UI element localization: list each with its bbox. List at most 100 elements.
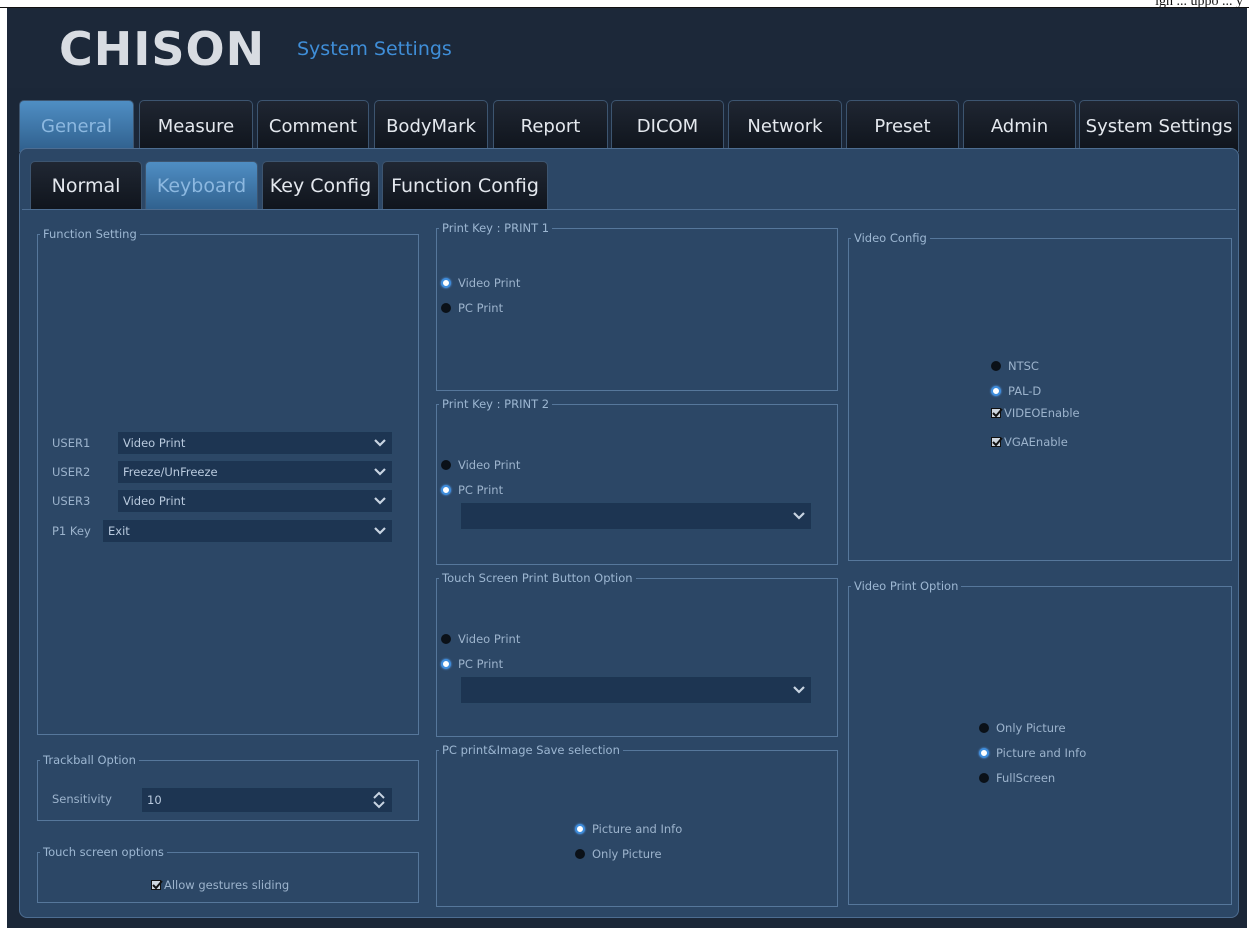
touch-video-print-radio[interactable]: Video Print xyxy=(441,631,520,647)
vga-enable-checkbox[interactable]: VGAEnable xyxy=(991,434,1068,450)
user2-select[interactable]: Freeze/UnFreeze xyxy=(117,460,393,484)
chevron-down-icon xyxy=(793,686,805,694)
user1-select[interactable]: Video Print xyxy=(117,431,393,455)
radio-icon xyxy=(575,849,585,859)
radio-selected-icon xyxy=(575,824,585,834)
video-enable-checkbox[interactable]: VIDEOEnable xyxy=(991,405,1080,421)
trackball-option-group: Trackball Option Sensitivity 10 xyxy=(37,753,419,821)
only-picture-radio[interactable]: Only Picture xyxy=(979,720,1066,736)
print-key-2-group: Print Key : PRINT 2 Video Print PC Print xyxy=(436,397,838,565)
video-print-legend: Video Print Option xyxy=(854,579,959,593)
chison-logo: CHISON xyxy=(59,22,266,76)
tab-preset[interactable]: Preset xyxy=(846,100,959,152)
pc-save-picture-info-radio[interactable]: Picture and Info xyxy=(575,821,682,837)
chevron-down-icon xyxy=(793,512,805,520)
sensitivity-value: 10 xyxy=(147,793,162,807)
tab-dicom[interactable]: DICOM xyxy=(611,100,724,152)
radio-selected-icon xyxy=(441,278,451,288)
subtab-keyboard[interactable]: Keyboard xyxy=(145,161,258,209)
tab-network[interactable]: Network xyxy=(728,100,842,152)
touch-print-legend: Touch Screen Print Button Option xyxy=(442,571,633,585)
checkbox-label: VGAEnable xyxy=(1004,435,1068,449)
video-config-legend: Video Config xyxy=(854,231,927,245)
chevron-down-icon xyxy=(374,497,386,505)
page-title: System Settings xyxy=(297,38,452,60)
radio-label: Only Picture xyxy=(996,721,1066,735)
touch-screen-options-group: Touch screen options Allow gestures slid… xyxy=(37,845,419,903)
picture-and-info-radio[interactable]: Picture and Info xyxy=(979,745,1086,761)
function-setting-group: Function Setting USER1 Video Print USER2… xyxy=(37,227,419,735)
tab-report[interactable]: Report xyxy=(493,100,608,152)
print2-video-print-radio[interactable]: Video Print xyxy=(441,457,520,473)
subtab-normal[interactable]: Normal xyxy=(30,161,142,209)
touch-pc-print-radio[interactable]: PC Print xyxy=(441,656,503,672)
ntsc-radio[interactable]: NTSC xyxy=(991,358,1039,374)
radio-label: NTSC xyxy=(1008,359,1039,373)
sensitivity-label: Sensitivity xyxy=(52,792,112,806)
subtab-function-config[interactable]: Function Config xyxy=(382,161,548,209)
touch-print-button-group: Touch Screen Print Button Option Video P… xyxy=(436,571,838,737)
radio-label: Video Print xyxy=(458,632,521,646)
radio-label: PAL-D xyxy=(1008,384,1042,398)
touch-printer-select[interactable] xyxy=(460,676,812,704)
radio-selected-icon xyxy=(441,659,451,669)
print1-legend: Print Key : PRINT 1 xyxy=(442,221,550,235)
radio-icon xyxy=(441,303,451,313)
print2-pc-print-radio[interactable]: PC Print xyxy=(441,482,503,498)
video-print-option-group: Video Print Option Only Picture Picture … xyxy=(848,579,1232,905)
radio-label: PC Print xyxy=(458,483,504,497)
tab-measure[interactable]: Measure xyxy=(139,100,253,152)
allow-gestures-label: Allow gestures sliding xyxy=(164,878,290,892)
print1-pc-print-radio[interactable]: PC Print xyxy=(441,300,503,316)
radio-selected-icon xyxy=(441,485,451,495)
pc-save-legend: PC print&Image Save selection xyxy=(442,743,620,757)
user3-label: USER3 xyxy=(52,494,91,508)
tab-general[interactable]: General xyxy=(19,100,134,152)
radio-label: Picture and Info xyxy=(592,822,683,836)
print1-video-print-radio[interactable]: Video Print xyxy=(441,275,520,291)
user3-value: Video Print xyxy=(123,494,186,508)
tab-admin[interactable]: Admin xyxy=(963,100,1076,152)
radio-label: PC Print xyxy=(458,301,504,315)
user2-label: USER2 xyxy=(52,465,91,479)
radio-icon xyxy=(441,634,451,644)
video-config-group: Video Config NTSC PAL-D VIDEOEnable VGAE… xyxy=(848,231,1232,561)
user1-label: USER1 xyxy=(52,436,91,450)
chevron-down-icon xyxy=(374,468,386,476)
tab-comment[interactable]: Comment xyxy=(257,100,369,152)
tab-bodymark[interactable]: BodyMark xyxy=(374,100,488,152)
touch-options-legend: Touch screen options xyxy=(43,845,164,859)
settings-panel: Normal Keyboard Key Config Function Conf… xyxy=(19,148,1239,918)
trackball-legend: Trackball Option xyxy=(43,753,136,767)
print2-legend: Print Key : PRINT 2 xyxy=(442,397,550,411)
print-key-1-group: Print Key : PRINT 1 Video Print PC Print xyxy=(436,221,838,391)
pc-save-only-picture-radio[interactable]: Only Picture xyxy=(575,846,662,862)
radio-label: Video Print xyxy=(458,276,521,290)
radio-label: Only Picture xyxy=(592,847,662,861)
sensitivity-spinbox[interactable]: 10 xyxy=(141,787,393,813)
page-top-edge: igh ... uppo ... y xyxy=(0,0,1249,9)
spin-arrows-icon[interactable] xyxy=(372,791,386,809)
radio-selected-icon xyxy=(979,748,989,758)
subtab-key-config[interactable]: Key Config xyxy=(262,161,379,209)
p1-key-label: P1 Key xyxy=(52,524,91,538)
header-bar: CHISON System Settings xyxy=(7,8,1247,88)
fullscreen-radio[interactable]: FullScreen xyxy=(979,770,1055,786)
checkbox-icon xyxy=(151,880,163,890)
tab-system-settings[interactable]: System Settings xyxy=(1079,100,1239,152)
chevron-down-icon xyxy=(374,439,386,447)
allow-gestures-checkbox[interactable]: Allow gestures sliding xyxy=(151,877,289,893)
user2-value: Freeze/UnFreeze xyxy=(123,465,218,479)
checkbox-icon xyxy=(991,408,1003,418)
main-tab-bar: General Measure Comment BodyMark Report … xyxy=(19,98,1247,154)
radio-label: Video Print xyxy=(458,458,521,472)
pal-d-radio[interactable]: PAL-D xyxy=(991,383,1041,399)
radio-label: PC Print xyxy=(458,657,504,671)
p1-key-select[interactable]: Exit xyxy=(102,519,393,543)
radio-selected-icon xyxy=(991,386,1001,396)
user3-select[interactable]: Video Print xyxy=(117,489,393,513)
radio-label: FullScreen xyxy=(996,771,1056,785)
subtab-divider xyxy=(22,209,1236,210)
print2-printer-select[interactable] xyxy=(460,502,812,530)
radio-icon xyxy=(979,773,989,783)
